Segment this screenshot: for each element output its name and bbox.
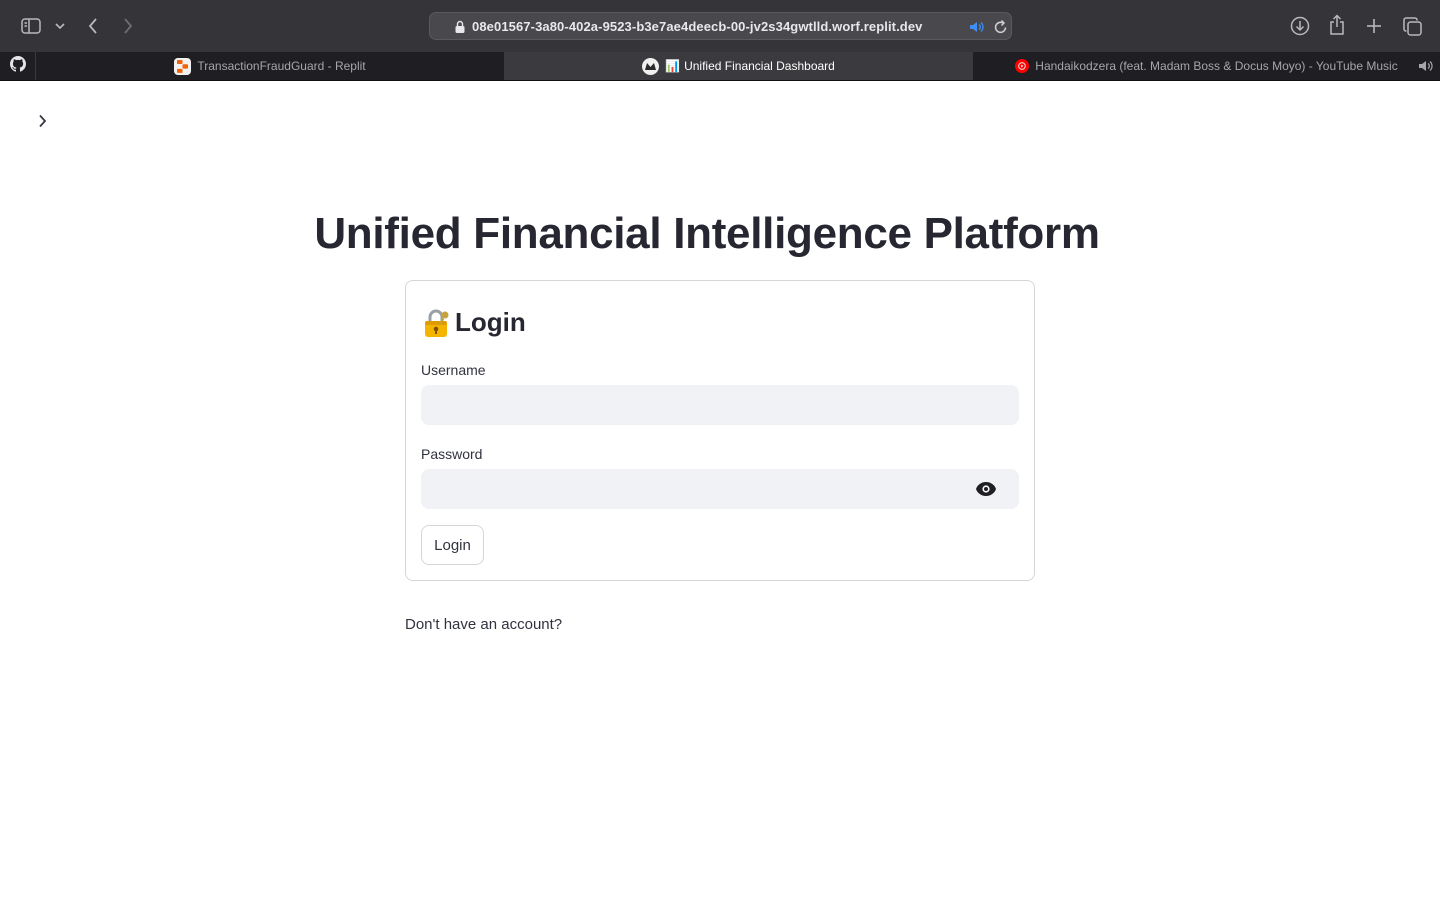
sidebar-toggle-icon[interactable] <box>18 14 44 38</box>
chevron-right-icon[interactable] <box>32 111 52 131</box>
lock-icon <box>455 20 465 33</box>
back-icon[interactable] <box>82 14 104 38</box>
login-heading: Login <box>421 307 526 338</box>
new-tab-icon[interactable] <box>1362 14 1386 38</box>
page-title: Unified Financial Intelligence Platform <box>314 209 1100 258</box>
chevron-down-icon[interactable] <box>52 17 68 35</box>
tab-youtube-music[interactable]: Handaikodzera (feat. Madam Boss & Docus … <box>973 52 1440 80</box>
tab-replit[interactable]: TransactionFraudGuard - Replit <box>36 52 505 80</box>
reload-icon[interactable] <box>993 19 1008 35</box>
tab-title: Handaikodzera (feat. Madam Boss & Docus … <box>1035 59 1398 73</box>
audio-playing-icon[interactable] <box>969 19 985 35</box>
streamlit-icon <box>642 57 660 75</box>
pinned-tab-github[interactable] <box>0 52 36 80</box>
username-label: Username <box>421 362 486 378</box>
tab-dashboard[interactable]: 📊 Unified Financial Dashboard <box>505 52 973 80</box>
tab-title: TransactionFraudGuard - Replit <box>197 59 366 73</box>
page-content: Unified Financial Intelligence Platform … <box>0 81 1440 900</box>
lock-with-key-icon <box>421 308 451 338</box>
url-text: 08e01567-3a80-402a-9523-b3e7ae4deecb-00-… <box>472 19 923 34</box>
login-button[interactable]: Login <box>421 525 484 565</box>
eye-icon[interactable] <box>974 479 998 499</box>
tab-bar: TransactionFraudGuard - Replit 📊 Unified… <box>0 52 1440 81</box>
chart-emoji-icon: 📊 <box>665 59 681 73</box>
speaker-icon[interactable] <box>1418 58 1434 74</box>
password-label: Password <box>421 446 483 462</box>
login-form: Login Username Password Login <box>405 280 1035 581</box>
username-input[interactable] <box>421 385 1019 425</box>
address-bar[interactable]: 08e01567-3a80-402a-9523-b3e7ae4deecb-00-… <box>429 12 1012 40</box>
signup-prompt: Don't have an account? <box>405 616 563 633</box>
browser-toolbar: 08e01567-3a80-402a-9523-b3e7ae4deecb-00-… <box>0 0 1440 52</box>
replit-icon <box>174 57 192 75</box>
tab-title: Unified Financial Dashboard <box>684 59 835 73</box>
download-icon[interactable] <box>1288 14 1312 38</box>
forward-icon[interactable] <box>117 14 139 38</box>
share-icon[interactable] <box>1326 12 1348 38</box>
tab-overview-icon[interactable] <box>1400 14 1424 38</box>
password-input[interactable] <box>421 469 1019 509</box>
login-heading-text: Login <box>455 307 526 337</box>
github-icon <box>9 55 26 77</box>
youtube-music-icon <box>1015 59 1030 73</box>
